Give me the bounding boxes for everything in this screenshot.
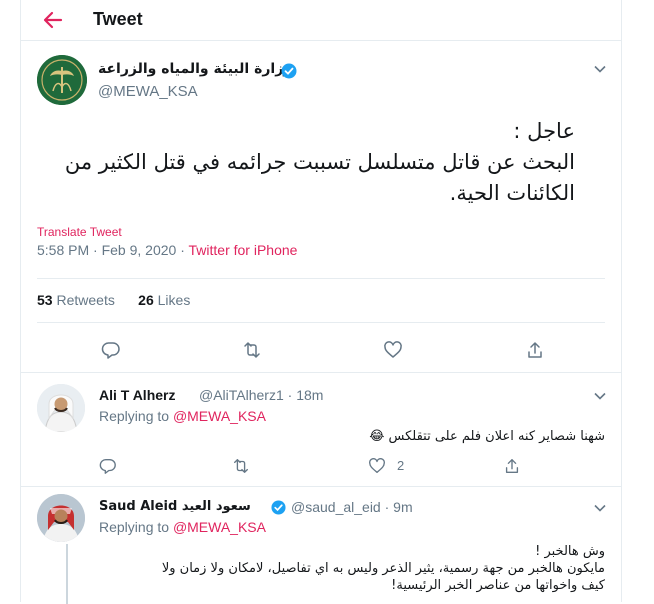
tweet-column: Tweet وزارة البيئة والمياه والزراعة @MEW…	[20, 0, 622, 604]
retweets-label: Retweets	[56, 292, 115, 308]
thread-line	[66, 544, 68, 604]
retweet-icon[interactable]	[242, 340, 262, 360]
verified-badge-icon	[281, 63, 297, 79]
reply-author-name[interactable]: Ali T Alherz	[99, 387, 176, 403]
reply-text: وش هالخبر ! مايكون هالخبر من جهة رسمية، …	[65, 543, 605, 594]
mention-link[interactable]: @MEWA_KSA	[173, 519, 266, 535]
retweets-count: 53	[37, 292, 53, 308]
reply-icon[interactable]	[99, 457, 117, 475]
replying-to: Replying to @MEWA_KSA	[99, 519, 266, 535]
divider	[37, 278, 605, 279]
reply-text: شهنا شصاير كنه اعلان فلم على تتقلكس 😂	[369, 429, 605, 444]
tweet-meta: 5:58 PM · Feb 9, 2020 · Twitter for iPho…	[37, 242, 297, 258]
author-avatar[interactable]	[37, 55, 87, 105]
retweets-stat[interactable]: 53 Retweets	[37, 292, 115, 308]
chevron-down-icon[interactable]	[593, 62, 607, 76]
right-sidebar	[622, 0, 654, 602]
chevron-down-icon[interactable]	[593, 389, 607, 403]
tweet-text-line: عاجل :	[513, 119, 575, 143]
share-icon[interactable]	[525, 340, 545, 360]
reply-text-line: مايكون هالخبر من جهة رسمية، يثير الذعر و…	[161, 561, 605, 576]
likes-stat[interactable]: 26 Likes	[138, 292, 190, 308]
mention-link[interactable]: @MEWA_KSA	[173, 408, 266, 424]
author-name[interactable]: وزارة البيئة والمياه والزراعة	[98, 61, 292, 77]
reply-avatar[interactable]	[37, 384, 85, 432]
tweet-text-line: الكائنات الحية.	[449, 181, 575, 205]
tweet-text-line: البحث عن قاتل متسلسل تسببت جرائمه في قتل…	[64, 150, 575, 174]
likes-label: Likes	[157, 292, 191, 308]
translate-tweet-link[interactable]: Translate Tweet	[37, 225, 122, 239]
author-handle[interactable]: @MEWA_KSA	[98, 83, 198, 100]
reply-author-name[interactable]: Saud Aleid سعود العيد	[99, 499, 251, 514]
tweet-text: عاجل : البحث عن قاتل متسلسل تسببت جرائمه…	[35, 116, 575, 209]
ministry-logo-icon	[37, 55, 87, 105]
reply-author-handle[interactable]: @AliTAlherz1 · 18m	[199, 387, 323, 403]
divider	[21, 486, 621, 487]
reply-icon[interactable]	[101, 340, 121, 360]
replying-to-label: Replying to	[99, 408, 173, 424]
reply-author-handle[interactable]: @saud_al_eid · 9m	[291, 499, 413, 515]
tweet-stats: 53 Retweets 26 Likes	[37, 292, 190, 308]
tweet-source[interactable]: Twitter for iPhone	[189, 242, 298, 258]
like-icon[interactable]	[368, 457, 386, 475]
user-photo-icon	[37, 494, 85, 542]
reply-text-line: كيف واخواتها من عناصر الخبر الرئيسية!	[391, 578, 605, 593]
tweet-time[interactable]: 5:58 PM · Feb 9, 2020 ·	[37, 242, 189, 258]
chevron-down-icon[interactable]	[593, 501, 607, 515]
replying-to-label: Replying to	[99, 519, 173, 535]
reply-like-count: 2	[397, 458, 405, 473]
divider	[21, 372, 621, 373]
share-icon[interactable]	[503, 457, 521, 475]
verified-badge-icon	[271, 500, 286, 515]
user-photo-icon	[37, 384, 85, 432]
reply-avatar[interactable]	[37, 494, 85, 542]
like-icon[interactable]	[383, 340, 403, 360]
likes-count: 26	[138, 292, 154, 308]
header-bar: Tweet	[21, 0, 621, 41]
divider	[37, 322, 605, 323]
back-arrow-icon[interactable]	[39, 6, 67, 34]
reply-text-line: وش هالخبر !	[535, 544, 605, 559]
author-name-row[interactable]: وزارة البيئة والمياه والزراعة	[98, 60, 292, 78]
retweet-icon[interactable]	[232, 457, 250, 475]
page-title: Tweet	[93, 9, 143, 29]
replying-to: Replying to @MEWA_KSA	[99, 408, 266, 424]
